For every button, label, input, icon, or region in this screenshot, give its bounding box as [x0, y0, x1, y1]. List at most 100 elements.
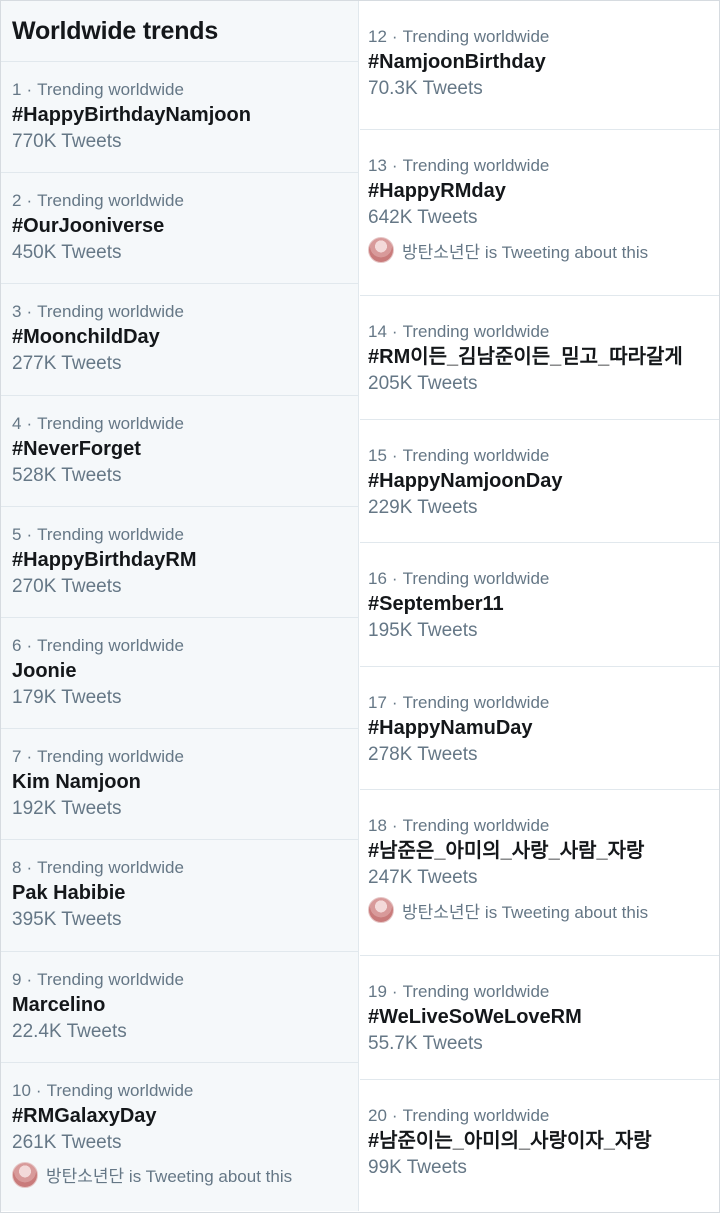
trend-meta: 2 · Trending worldwide [12, 190, 347, 211]
trend-location-label: Trending worldwide [37, 858, 184, 878]
trend-meta: 18 · Trending worldwide [368, 815, 711, 836]
trends-column-left: Worldwide trends 1 · Trending worldwide #Ha… [1, 1, 359, 1211]
trend-tweet-count: 192K Tweets [12, 798, 122, 820]
trend-name[interactable]: #OurJooniverse [12, 212, 347, 240]
separator-dot: · [391, 693, 398, 712]
trend-context-text: 방탄소년단 is Tweeting about this [46, 1167, 293, 1187]
trend-meta: 15 · Trending worldwide [368, 445, 711, 466]
trend-item[interactable]: 4 · Trending worldwide #NeverForget 528K Twe… [1, 396, 358, 507]
trend-item[interactable]: 17 · Trending worldwide #HappyNamuDay 278K T… [360, 667, 719, 790]
trend-location-label: Trending worldwide [37, 302, 184, 322]
trend-location-label: Trending worldwide [402, 693, 550, 712]
trend-tweet-count: 278K Tweets [368, 744, 478, 765]
trend-item[interactable]: 13 · Trending worldwide #HappyRMday 642K Twe… [360, 130, 719, 296]
trend-tweet-count: 195K Tweets [368, 620, 478, 641]
trend-meta: 12 · Trending worldwide [368, 26, 711, 47]
trend-context: 방탄소년단 is Tweeting about this [368, 237, 711, 263]
trend-location-label: Trending worldwide [37, 747, 184, 767]
trend-location-label: Trending worldwide [37, 969, 184, 989]
trend-name[interactable]: #HappyBirthdayRM [12, 546, 347, 574]
trend-item[interactable]: 3 · Trending worldwide #MoonchildDay 277K Tw… [1, 284, 358, 396]
trend-item[interactable]: 16 · Trending worldwide #September11 195K Tw… [360, 543, 719, 667]
separator-dot: · [391, 322, 398, 341]
trend-tweet-count: 277K Tweets [12, 353, 122, 375]
trend-name[interactable]: #남준이는_아미의_사랑이자_자랑 [368, 1127, 711, 1155]
trend-meta: 6 · Trending worldwide [12, 635, 347, 656]
trend-name[interactable]: #WeLiveSoWeLoveRM [368, 1003, 711, 1031]
trend-item[interactable]: 12 · Trending worldwide #NamjoonBirthday 70.… [360, 1, 719, 130]
trend-item[interactable]: 8 · Trending worldwide Pak Habibie 395K Twee… [1, 840, 358, 952]
trend-meta: 17 · Trending worldwide [368, 692, 711, 713]
trend-meta: 19 · Trending worldwide [368, 981, 711, 1002]
trend-rank: 14 [368, 322, 387, 341]
trend-item[interactable]: 7 · Trending worldwide Kim Namjoon 192K Twee… [1, 729, 358, 841]
trend-item[interactable]: 18 · Trending worldwide #남준은_아미의_사랑_사람_자랑 24… [360, 790, 719, 956]
trend-rank: 10 [12, 1080, 31, 1100]
trend-location-label: Trending worldwide [402, 446, 550, 465]
trend-name[interactable]: #RMGalaxyDay [12, 1102, 347, 1130]
trend-item[interactable]: 1 · Trending worldwide #HappyBirthdayNamjoo… [1, 62, 358, 174]
trend-location-label: Trending worldwide [402, 156, 550, 175]
trend-name[interactable]: #RM이든_김남준이든_믿고_따라갈게 [368, 343, 711, 371]
trend-name[interactable]: #September11 [368, 590, 711, 618]
trend-tweet-count: 205K Tweets [368, 373, 478, 394]
trend-tweet-count: 99K Tweets [368, 1157, 467, 1178]
trend-name[interactable]: #HappyRMday [368, 177, 711, 205]
trend-item[interactable]: 5 · Trending worldwide #HappyBirthdayRM 270K… [1, 507, 358, 618]
separator-dot: · [26, 413, 33, 433]
trend-item[interactable]: 15 · Trending worldwide #HappyNamjoonDay 229… [360, 420, 719, 543]
trend-location-label: Trending worldwide [402, 322, 550, 341]
trend-name[interactable]: Pak Habibie [12, 879, 347, 907]
separator-dot: · [391, 569, 398, 588]
trend-meta: 16 · Trending worldwide [368, 568, 711, 589]
trend-item[interactable]: 14 · Trending worldwide #RM이든_김남준이든_믿고_따라갈게… [360, 296, 719, 420]
trend-tweet-count: 270K Tweets [12, 575, 122, 597]
trend-name[interactable]: #남준은_아미의_사랑_사람_자랑 [368, 837, 711, 865]
trend-location-label: Trending worldwide [37, 413, 184, 433]
separator-dot: · [26, 524, 33, 544]
trend-rank: 13 [368, 156, 387, 175]
trend-tweet-count: 179K Tweets [12, 686, 122, 708]
trend-location-label: Trending worldwide [37, 191, 184, 211]
trends-header: Worldwide trends [1, 1, 358, 62]
trend-location-label: Trending worldwide [37, 635, 184, 655]
trend-name[interactable]: #MoonchildDay [12, 323, 347, 351]
trend-name[interactable]: #NeverForget [12, 435, 347, 463]
trend-rank: 17 [368, 693, 387, 712]
trend-tweet-count: 261K Tweets [12, 1131, 122, 1153]
separator-dot: · [26, 635, 33, 655]
trend-item[interactable]: 9 · Trending worldwide Marcelino 22.4K Tweet… [1, 952, 358, 1063]
trend-location-label: Trending worldwide [37, 80, 184, 99]
separator-dot: · [26, 969, 33, 989]
trend-item[interactable]: 20 · Trending worldwide #남준이는_아미의_사랑이자_자랑 99… [360, 1080, 719, 1211]
trend-item[interactable]: 2 · Trending worldwide #OurJooniverse 450K T… [1, 173, 358, 285]
trend-tweet-count: 22.4K Tweets [12, 1020, 127, 1042]
trend-name[interactable]: Kim Namjoon [12, 768, 347, 796]
trend-name[interactable]: #HappyNamuDay [368, 714, 711, 742]
trend-name[interactable]: #NamjoonBirthday [368, 48, 711, 76]
avatar [368, 237, 394, 263]
trend-rank: 16 [368, 569, 387, 588]
trend-name[interactable]: #HappyBirthdayNamjoon [12, 101, 347, 129]
trend-context: 방탄소년단 is Tweeting about this [12, 1161, 347, 1188]
trend-context-text: 방탄소년단 is Tweeting about this [402, 242, 649, 262]
trend-location-label: Trending worldwide [402, 27, 550, 46]
trend-name[interactable]: Joonie [12, 657, 347, 685]
trend-meta: 3 · Trending worldwide [12, 301, 347, 322]
separator-dot: · [391, 982, 398, 1001]
separator-dot: · [26, 302, 33, 322]
trend-item[interactable]: 10 · Trending worldwide #RMGalaxyDay 261K Tw… [1, 1063, 358, 1188]
trend-context: 방탄소년단 is Tweeting about this [368, 897, 711, 923]
trend-location-label: Trending worldwide [46, 1080, 194, 1100]
trend-tweet-count: 642K Tweets [368, 207, 478, 228]
trend-meta: 5 · Trending worldwide [12, 524, 347, 545]
trend-item[interactable]: 6 · Trending worldwide Joonie 179K Tweets [1, 618, 358, 730]
trend-name[interactable]: #HappyNamjoonDay [368, 467, 711, 495]
trend-location-label: Trending worldwide [402, 982, 550, 1001]
trend-name[interactable]: Marcelino [12, 991, 347, 1019]
trend-meta: 10 · Trending worldwide [12, 1080, 347, 1101]
separator-dot: · [26, 80, 33, 99]
trend-item[interactable]: 19 · Trending worldwide #WeLiveSoWeLoveRM 55… [360, 956, 719, 1080]
trend-location-label: Trending worldwide [402, 1106, 550, 1125]
separator-dot: · [391, 446, 398, 465]
